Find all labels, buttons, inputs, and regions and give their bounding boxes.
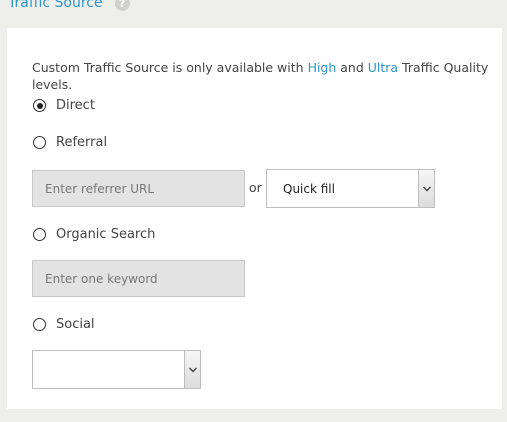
chevron-down-icon[interactable] bbox=[418, 170, 434, 207]
radio-referral-label: Referral bbox=[56, 135, 108, 150]
radio-social-button[interactable] bbox=[33, 318, 46, 331]
radio-organic-search-button[interactable] bbox=[33, 228, 46, 241]
note-prefix: Custom Traffic Source is only available … bbox=[32, 60, 308, 75]
quick-fill-select[interactable]: Quick fill bbox=[266, 169, 435, 208]
section-header: Traffic Source ? bbox=[8, 0, 130, 13]
radio-direct[interactable]: Direct bbox=[33, 98, 95, 113]
social-select[interactable] bbox=[32, 350, 201, 389]
radio-direct-label: Direct bbox=[56, 98, 95, 113]
quick-fill-value: Quick fill bbox=[283, 181, 335, 196]
radio-referral-button[interactable] bbox=[33, 136, 46, 149]
referrer-url-input[interactable] bbox=[32, 170, 245, 207]
chevron-down-icon[interactable] bbox=[184, 351, 200, 388]
ultra-quality-link[interactable]: Ultra bbox=[368, 60, 398, 75]
radio-social-label: Social bbox=[56, 317, 95, 332]
help-icon[interactable]: ? bbox=[114, 0, 130, 11]
high-quality-link[interactable]: High bbox=[308, 60, 337, 75]
radio-organic-search[interactable]: Organic Search bbox=[33, 227, 155, 242]
availability-note: Custom Traffic Source is only available … bbox=[32, 59, 492, 93]
section-title: Traffic Source bbox=[8, 0, 103, 11]
note-and: and bbox=[336, 60, 368, 75]
radio-direct-button[interactable] bbox=[33, 99, 46, 112]
or-label: or bbox=[249, 180, 262, 195]
radio-referral[interactable]: Referral bbox=[33, 135, 107, 150]
keyword-input[interactable] bbox=[32, 260, 245, 297]
radio-social[interactable]: Social bbox=[33, 317, 95, 332]
radio-organic-search-label: Organic Search bbox=[56, 227, 156, 242]
traffic-source-card: Custom Traffic Source is only available … bbox=[7, 28, 502, 409]
